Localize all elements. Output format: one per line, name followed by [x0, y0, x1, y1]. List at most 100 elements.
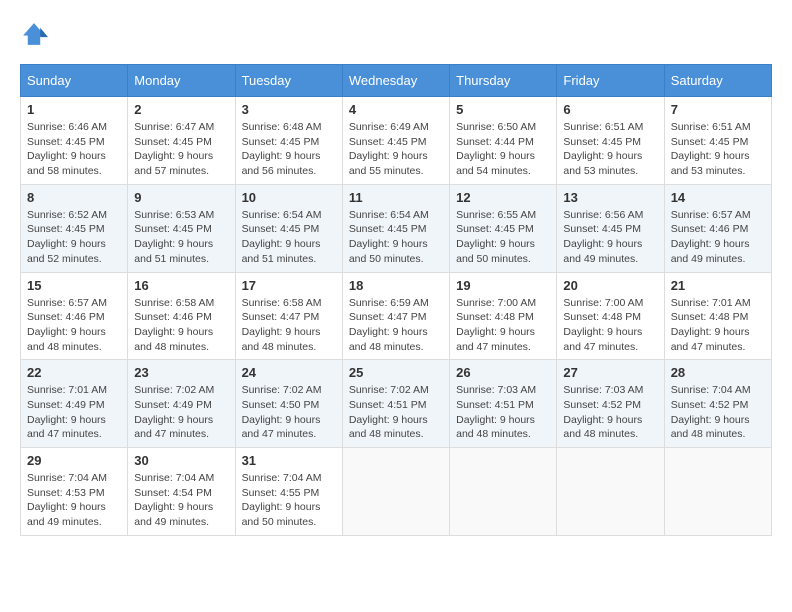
calendar-cell: [450, 448, 557, 536]
day-detail: Sunrise: 6:57 AM Sunset: 4:46 PM Dayligh…: [27, 296, 121, 355]
day-number: 18: [349, 278, 443, 293]
calendar-cell: 4 Sunrise: 6:49 AM Sunset: 4:45 PM Dayli…: [342, 97, 449, 185]
calendar-cell: 18 Sunrise: 6:59 AM Sunset: 4:47 PM Dayl…: [342, 272, 449, 360]
calendar-week-row: 8 Sunrise: 6:52 AM Sunset: 4:45 PM Dayli…: [21, 184, 772, 272]
day-number: 1: [27, 102, 121, 117]
day-number: 14: [671, 190, 765, 205]
day-detail: Sunrise: 6:52 AM Sunset: 4:45 PM Dayligh…: [27, 208, 121, 267]
calendar-header-tuesday: Tuesday: [235, 65, 342, 97]
calendar-cell: 22 Sunrise: 7:01 AM Sunset: 4:49 PM Dayl…: [21, 360, 128, 448]
calendar-header-friday: Friday: [557, 65, 664, 97]
calendar-week-row: 1 Sunrise: 6:46 AM Sunset: 4:45 PM Dayli…: [21, 97, 772, 185]
day-number: 9: [134, 190, 228, 205]
day-number: 6: [563, 102, 657, 117]
calendar-cell: 5 Sunrise: 6:50 AM Sunset: 4:44 PM Dayli…: [450, 97, 557, 185]
logo: [20, 20, 52, 48]
day-number: 3: [242, 102, 336, 117]
calendar-cell: 21 Sunrise: 7:01 AM Sunset: 4:48 PM Dayl…: [664, 272, 771, 360]
day-detail: Sunrise: 7:01 AM Sunset: 4:48 PM Dayligh…: [671, 296, 765, 355]
calendar-cell: 7 Sunrise: 6:51 AM Sunset: 4:45 PM Dayli…: [664, 97, 771, 185]
day-detail: Sunrise: 6:54 AM Sunset: 4:45 PM Dayligh…: [349, 208, 443, 267]
day-number: 26: [456, 365, 550, 380]
calendar-cell: [342, 448, 449, 536]
day-detail: Sunrise: 6:58 AM Sunset: 4:47 PM Dayligh…: [242, 296, 336, 355]
day-detail: Sunrise: 6:49 AM Sunset: 4:45 PM Dayligh…: [349, 120, 443, 179]
day-number: 19: [456, 278, 550, 293]
day-number: 5: [456, 102, 550, 117]
day-number: 11: [349, 190, 443, 205]
calendar-cell: 19 Sunrise: 7:00 AM Sunset: 4:48 PM Dayl…: [450, 272, 557, 360]
day-detail: Sunrise: 6:46 AM Sunset: 4:45 PM Dayligh…: [27, 120, 121, 179]
day-number: 12: [456, 190, 550, 205]
day-detail: Sunrise: 6:59 AM Sunset: 4:47 PM Dayligh…: [349, 296, 443, 355]
calendar-cell: 16 Sunrise: 6:58 AM Sunset: 4:46 PM Dayl…: [128, 272, 235, 360]
day-detail: Sunrise: 7:00 AM Sunset: 4:48 PM Dayligh…: [563, 296, 657, 355]
calendar-cell: 26 Sunrise: 7:03 AM Sunset: 4:51 PM Dayl…: [450, 360, 557, 448]
calendar-cell: 15 Sunrise: 6:57 AM Sunset: 4:46 PM Dayl…: [21, 272, 128, 360]
day-number: 8: [27, 190, 121, 205]
calendar-week-row: 15 Sunrise: 6:57 AM Sunset: 4:46 PM Dayl…: [21, 272, 772, 360]
day-detail: Sunrise: 7:04 AM Sunset: 4:52 PM Dayligh…: [671, 383, 765, 442]
day-detail: Sunrise: 7:02 AM Sunset: 4:51 PM Dayligh…: [349, 383, 443, 442]
day-number: 27: [563, 365, 657, 380]
day-detail: Sunrise: 7:00 AM Sunset: 4:48 PM Dayligh…: [456, 296, 550, 355]
calendar-cell: 13 Sunrise: 6:56 AM Sunset: 4:45 PM Dayl…: [557, 184, 664, 272]
calendar-cell: 24 Sunrise: 7:02 AM Sunset: 4:50 PM Dayl…: [235, 360, 342, 448]
day-detail: Sunrise: 7:01 AM Sunset: 4:49 PM Dayligh…: [27, 383, 121, 442]
day-number: 17: [242, 278, 336, 293]
day-detail: Sunrise: 7:02 AM Sunset: 4:49 PM Dayligh…: [134, 383, 228, 442]
calendar-header-sunday: Sunday: [21, 65, 128, 97]
day-number: 10: [242, 190, 336, 205]
day-detail: Sunrise: 7:02 AM Sunset: 4:50 PM Dayligh…: [242, 383, 336, 442]
calendar-cell: 29 Sunrise: 7:04 AM Sunset: 4:53 PM Dayl…: [21, 448, 128, 536]
day-detail: Sunrise: 6:55 AM Sunset: 4:45 PM Dayligh…: [456, 208, 550, 267]
calendar-header-row: SundayMondayTuesdayWednesdayThursdayFrid…: [21, 65, 772, 97]
day-detail: Sunrise: 6:58 AM Sunset: 4:46 PM Dayligh…: [134, 296, 228, 355]
day-detail: Sunrise: 7:03 AM Sunset: 4:51 PM Dayligh…: [456, 383, 550, 442]
calendar-cell: 25 Sunrise: 7:02 AM Sunset: 4:51 PM Dayl…: [342, 360, 449, 448]
day-detail: Sunrise: 6:51 AM Sunset: 4:45 PM Dayligh…: [671, 120, 765, 179]
calendar-header-saturday: Saturday: [664, 65, 771, 97]
day-number: 21: [671, 278, 765, 293]
calendar-header-thursday: Thursday: [450, 65, 557, 97]
day-number: 23: [134, 365, 228, 380]
calendar-cell: 14 Sunrise: 6:57 AM Sunset: 4:46 PM Dayl…: [664, 184, 771, 272]
calendar-cell: 31 Sunrise: 7:04 AM Sunset: 4:55 PM Dayl…: [235, 448, 342, 536]
calendar-cell: 23 Sunrise: 7:02 AM Sunset: 4:49 PM Dayl…: [128, 360, 235, 448]
calendar-cell: [557, 448, 664, 536]
calendar-week-row: 22 Sunrise: 7:01 AM Sunset: 4:49 PM Dayl…: [21, 360, 772, 448]
calendar-cell: 20 Sunrise: 7:00 AM Sunset: 4:48 PM Dayl…: [557, 272, 664, 360]
day-number: 4: [349, 102, 443, 117]
day-number: 20: [563, 278, 657, 293]
day-detail: Sunrise: 6:56 AM Sunset: 4:45 PM Dayligh…: [563, 208, 657, 267]
day-detail: Sunrise: 6:54 AM Sunset: 4:45 PM Dayligh…: [242, 208, 336, 267]
calendar-cell: 8 Sunrise: 6:52 AM Sunset: 4:45 PM Dayli…: [21, 184, 128, 272]
day-detail: Sunrise: 7:04 AM Sunset: 4:55 PM Dayligh…: [242, 471, 336, 530]
day-detail: Sunrise: 6:47 AM Sunset: 4:45 PM Dayligh…: [134, 120, 228, 179]
day-detail: Sunrise: 7:03 AM Sunset: 4:52 PM Dayligh…: [563, 383, 657, 442]
calendar-cell: 10 Sunrise: 6:54 AM Sunset: 4:45 PM Dayl…: [235, 184, 342, 272]
day-detail: Sunrise: 6:53 AM Sunset: 4:45 PM Dayligh…: [134, 208, 228, 267]
day-number: 16: [134, 278, 228, 293]
day-detail: Sunrise: 6:50 AM Sunset: 4:44 PM Dayligh…: [456, 120, 550, 179]
calendar-cell: 30 Sunrise: 7:04 AM Sunset: 4:54 PM Dayl…: [128, 448, 235, 536]
day-detail: Sunrise: 6:51 AM Sunset: 4:45 PM Dayligh…: [563, 120, 657, 179]
day-number: 31: [242, 453, 336, 468]
day-number: 2: [134, 102, 228, 117]
day-number: 24: [242, 365, 336, 380]
calendar-cell: 28 Sunrise: 7:04 AM Sunset: 4:52 PM Dayl…: [664, 360, 771, 448]
day-number: 30: [134, 453, 228, 468]
calendar-header-wednesday: Wednesday: [342, 65, 449, 97]
calendar-cell: 11 Sunrise: 6:54 AM Sunset: 4:45 PM Dayl…: [342, 184, 449, 272]
day-detail: Sunrise: 7:04 AM Sunset: 4:54 PM Dayligh…: [134, 471, 228, 530]
calendar-cell: 3 Sunrise: 6:48 AM Sunset: 4:45 PM Dayli…: [235, 97, 342, 185]
calendar-cell: 1 Sunrise: 6:46 AM Sunset: 4:45 PM Dayli…: [21, 97, 128, 185]
day-detail: Sunrise: 6:48 AM Sunset: 4:45 PM Dayligh…: [242, 120, 336, 179]
calendar-cell: 9 Sunrise: 6:53 AM Sunset: 4:45 PM Dayli…: [128, 184, 235, 272]
day-number: 13: [563, 190, 657, 205]
calendar-cell: 17 Sunrise: 6:58 AM Sunset: 4:47 PM Dayl…: [235, 272, 342, 360]
calendar-cell: 27 Sunrise: 7:03 AM Sunset: 4:52 PM Dayl…: [557, 360, 664, 448]
day-number: 7: [671, 102, 765, 117]
day-number: 28: [671, 365, 765, 380]
day-number: 22: [27, 365, 121, 380]
